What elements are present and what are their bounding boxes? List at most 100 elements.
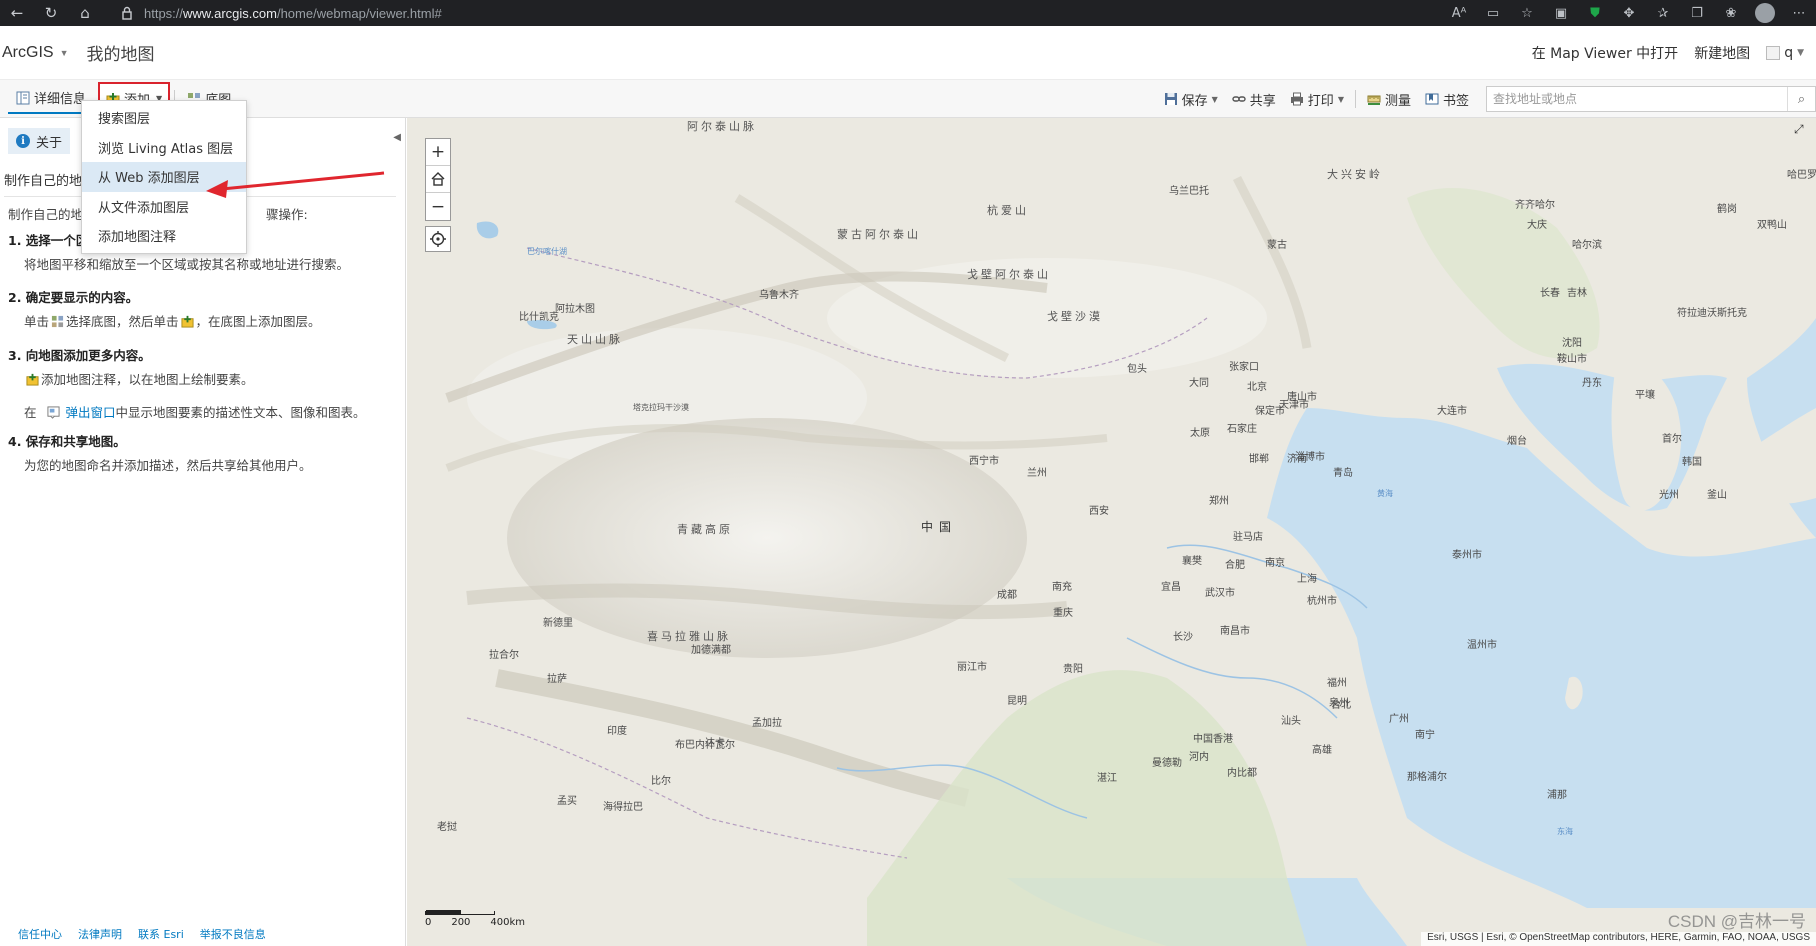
menu-item-add-map-notes[interactable]: 添加地图注释 — [82, 221, 246, 251]
map-place-label: 符拉迪沃斯托克 — [1677, 308, 1747, 319]
more-menu-icon[interactable]: ⋯ — [1782, 0, 1816, 26]
puzzle-icon[interactable]: ✥ — [1612, 0, 1646, 26]
expand-map-icon[interactable]: ⤢ — [1794, 122, 1810, 138]
map-place-label: 杭爱山 — [987, 204, 1029, 217]
map-place-label: 天津市 — [1279, 400, 1309, 411]
open-in-map-viewer-link[interactable]: 在 Map Viewer 中打开 — [1532, 43, 1679, 63]
map-place-label: 淄博市 — [1295, 452, 1325, 463]
map-place-label: 包头 — [1127, 364, 1147, 375]
map-place-label: 天山山脉 — [567, 333, 623, 346]
chevron-down-icon: ▼ — [1337, 94, 1344, 104]
map-place-label: 鞍山市 — [1557, 354, 1587, 365]
user-menu[interactable]: q ▼ — [1766, 45, 1804, 61]
footer-link-contact[interactable]: 联系 Esri — [138, 926, 184, 942]
tab-about[interactable]: i 关于 — [8, 128, 71, 154]
scale-bar: 0 200 400km — [425, 910, 525, 928]
scale-bar-graphic — [425, 910, 495, 915]
map-place-label: 海得拉巴 — [603, 802, 643, 813]
profile-avatar[interactable] — [1748, 0, 1782, 26]
menu-item-browse-living-atlas[interactable]: 浏览 Living Atlas 图层 — [82, 133, 246, 163]
bookmark-icon — [1425, 93, 1439, 105]
map-place-label: 平壤 — [1635, 390, 1655, 401]
map-place-label: 丽江市 — [957, 662, 987, 673]
url-text: https://www.arcgis.com/home/webmap/viewe… — [144, 5, 442, 21]
measure-ruler-icon — [1367, 95, 1381, 105]
map-place-label: 福州 — [1327, 678, 1347, 689]
map-place-label: 重庆 — [1053, 608, 1073, 619]
zoom-in-button[interactable]: + — [426, 139, 450, 166]
collections-icon[interactable]: ❐ — [1680, 0, 1714, 26]
map-place-label: 合肥 — [1225, 560, 1245, 571]
map-view[interactable]: 阿尔泰山脉乌兰巴托 大兴安岭 哈巴罗夫斯克蒙古 蒙古阿尔泰山 杭爱山 齐齐哈尔 鹤岗大庆 双鸭… — [407, 118, 1816, 946]
map-place-label: 双鸭山 — [1757, 220, 1787, 231]
map-place-label: 杭州市 — [1307, 596, 1337, 607]
lock-icon — [122, 6, 132, 20]
map-place-label: 宜昌 — [1161, 582, 1181, 593]
map-place-label: 孟买 — [557, 796, 577, 807]
map-place-label: 戈壁阿尔泰山 — [967, 268, 1051, 281]
zoom-out-button[interactable]: − — [426, 193, 450, 220]
app-header: ArcGIS ▼ 我的地图 在 Map Viewer 中打开 新建地图 q ▼ — [0, 26, 1816, 80]
back-icon[interactable]: ← — [0, 0, 34, 26]
map-place-label: 巴尔喀什湖 — [527, 247, 567, 256]
arcgis-brand-menu[interactable]: ArcGIS ▼ — [2, 44, 68, 62]
map-place-label: 台北 — [1331, 700, 1351, 711]
print-button[interactable]: 打印 ▼ — [1283, 84, 1351, 114]
map-place-label: 内比都 — [1227, 768, 1257, 779]
home-extent-button[interactable] — [426, 166, 450, 193]
footer-link-legal[interactable]: 法律声明 — [78, 926, 122, 942]
menu-item-add-layer-from-web[interactable]: 从 Web 添加图层 — [82, 162, 246, 192]
save-button[interactable]: 保存 ▼ — [1157, 84, 1225, 114]
map-place-label: 太原 — [1190, 428, 1210, 439]
share-button[interactable]: 共享 — [1225, 84, 1283, 114]
info-icon: i — [16, 134, 30, 148]
popup-icon — [46, 406, 60, 419]
details-icon — [16, 91, 30, 104]
map-place-label: 曼德勒 — [1152, 758, 1182, 769]
add-dropdown-menu: 搜索图层 浏览 Living Atlas 图层 从 Web 添加图层 从文件添加… — [81, 100, 247, 254]
map-place-label: 孟加拉 — [752, 718, 782, 729]
popup-help-link[interactable]: 弹出窗口 — [66, 405, 116, 420]
sync-icon[interactable]: ❀ — [1714, 0, 1748, 26]
help-step-4: 4. 保存和共享地图。 为您的地图命名并添加描述，然后共享给其他用户。 — [8, 434, 312, 473]
map-place-label: 釜山 — [1707, 490, 1727, 501]
basemap-grid-icon — [51, 315, 64, 328]
address-bar[interactable]: https://www.arcgis.com/home/webmap/viewe… — [120, 3, 442, 23]
map-place-label: 大同 — [1189, 378, 1209, 389]
map-place-label: 汕头 — [1281, 716, 1301, 727]
new-map-link[interactable]: 新建地图 — [1694, 43, 1750, 63]
menu-item-search-layers[interactable]: 搜索图层 — [82, 103, 246, 133]
footer-link-trust-center[interactable]: 信任中心 — [18, 926, 62, 942]
shield-icon[interactable]: ⛊ — [1578, 0, 1612, 26]
menu-item-add-layer-from-file[interactable]: 从文件添加图层 — [82, 192, 246, 222]
map-place-label: 拉合尔 — [489, 650, 519, 661]
favorites-icon[interactable]: ✰ — [1646, 0, 1680, 26]
read-aloud-icon[interactable]: Aᴬ — [1442, 0, 1476, 26]
footer-links: 信任中心 法律声明 联系 Esri 举报不良信息 — [18, 926, 266, 942]
add-layer-icon — [180, 315, 194, 328]
help-step-2: 2. 确定要显示的内容。 单击 选择底图，然后单击 ，在底图上添加图层。 — [8, 290, 321, 329]
map-place-label: 昆明 — [1007, 696, 1027, 707]
collapse-panel-icon[interactable]: ◀ — [393, 132, 401, 143]
search-icon[interactable]: ⌕ — [1787, 87, 1815, 111]
map-place-label: 南充 — [1052, 582, 1072, 593]
map-place-label: 那格浦尔 — [1407, 772, 1447, 783]
address-search-input[interactable] — [1487, 87, 1787, 111]
map-place-label: 石家庄 — [1227, 424, 1257, 435]
map-place-label: 张家口 — [1229, 362, 1259, 373]
toolbar-divider — [1354, 90, 1356, 108]
map-attribution[interactable]: Esri, USGS | Esri, © OpenStreetMap contr… — [1421, 932, 1816, 946]
footer-link-report-abuse[interactable]: 举报不良信息 — [200, 926, 266, 942]
measure-button[interactable]: 测量 — [1360, 84, 1418, 114]
reload-icon[interactable]: ↻ — [34, 0, 68, 26]
locate-button[interactable] — [425, 226, 451, 252]
map-place-label: 老挝 — [437, 822, 457, 833]
favorite-star-icon[interactable]: ☆ — [1510, 0, 1544, 26]
map-place-label: 布巴内什瓦尔 — [675, 740, 735, 751]
map-place-label: 大兴安岭 — [1327, 168, 1383, 181]
bookmarks-button[interactable]: 书签 — [1418, 84, 1476, 114]
home-icon[interactable]: ⌂ — [68, 0, 102, 26]
save-disk-icon — [1164, 93, 1177, 105]
extension-icon[interactable]: ▣ — [1544, 0, 1578, 26]
reader-mode-icon[interactable]: ▭ — [1476, 0, 1510, 26]
